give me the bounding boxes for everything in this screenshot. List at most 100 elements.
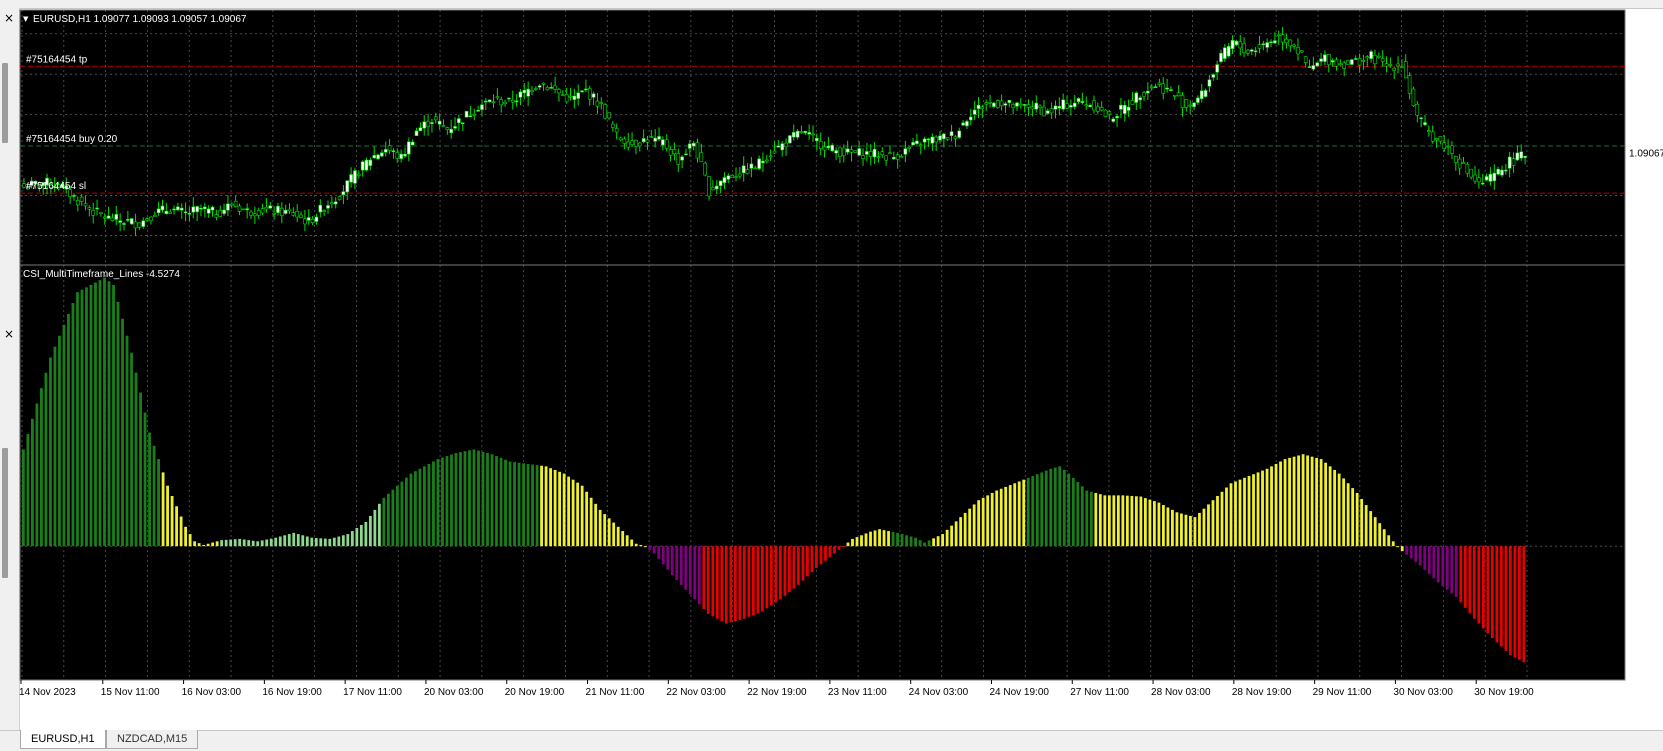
- time-label: 29 Nov 11:00: [1313, 687, 1372, 698]
- histogram-bar: [391, 489, 395, 547]
- histogram-bar: [851, 538, 854, 547]
- candle-body: [91, 209, 96, 216]
- candle-body: [1003, 103, 1008, 106]
- histogram-bar: [702, 546, 706, 610]
- histogram-bar: [377, 503, 381, 547]
- histogram-bar: [1301, 454, 1305, 547]
- candle-body: [1165, 87, 1169, 90]
- histogram-bar: [891, 531, 895, 547]
- indicator-axis: 11.4931 0.00 -5.2902: [1627, 285, 1663, 693]
- candle-body: [1219, 52, 1223, 63]
- candle-body: [560, 94, 565, 97]
- histogram-bar: [1004, 486, 1008, 547]
- candle-body: [707, 176, 711, 197]
- candle-body: [618, 137, 623, 141]
- histogram-bar: [314, 538, 318, 547]
- candle-body: [938, 135, 942, 141]
- histogram-bar: [1053, 467, 1057, 547]
- histogram-bar: [134, 372, 138, 547]
- histogram-bar: [751, 546, 755, 616]
- histogram-bar: [1346, 483, 1350, 547]
- histogram-bar: [580, 485, 584, 547]
- candle-body: [811, 133, 815, 136]
- candle-body: [865, 151, 869, 155]
- candle-body: [199, 207, 203, 210]
- tab-nzdcad-m15[interactable]: NZDCAD,M15: [106, 730, 199, 749]
- histogram-bar: [1062, 469, 1066, 547]
- histogram-bar: [513, 462, 516, 547]
- histogram-bar: [341, 535, 345, 547]
- candle-body: [1353, 58, 1358, 60]
- time-label: 20 Nov 19:00: [505, 687, 565, 698]
- candle-body: [1034, 102, 1039, 110]
- time-label: 27 Nov 11:00: [1070, 687, 1129, 698]
- candle-body: [433, 116, 438, 121]
- candle-body: [580, 90, 584, 93]
- candle-body: [765, 159, 769, 162]
- candle-body: [684, 153, 688, 156]
- candle-body: [1442, 142, 1447, 149]
- histogram-bar: [161, 472, 165, 547]
- candle-body: [360, 161, 365, 171]
- candle-body: [126, 219, 130, 221]
- candle-body: [1173, 94, 1177, 97]
- candle-body: [1300, 50, 1304, 53]
- candle-body: [934, 136, 938, 143]
- histogram-bar: [1094, 492, 1098, 547]
- histogram-bar: [310, 537, 314, 547]
- histogram-bar: [1008, 485, 1012, 547]
- histogram-bar: [774, 546, 778, 603]
- histogram-bar: [481, 451, 485, 547]
- histogram-bar: [103, 277, 106, 547]
- candle-body: [514, 100, 519, 103]
- histogram-bar: [598, 509, 602, 547]
- histogram-bar: [1049, 468, 1053, 547]
- histogram-bar: [693, 546, 697, 600]
- histogram-bar: [1031, 476, 1035, 547]
- histogram-bar: [305, 536, 309, 547]
- histogram-bar: [729, 546, 733, 623]
- chart-menu-arrow-icon[interactable]: ▼: [23, 15, 29, 23]
- candle-body: [214, 214, 219, 218]
- candle-body: [969, 116, 973, 121]
- histogram-bar: [1450, 546, 1454, 594]
- histogram-bar: [571, 479, 575, 547]
- candle-body: [942, 133, 946, 140]
- candle-body: [191, 206, 196, 213]
- candle-body: [995, 100, 1000, 109]
- histogram-bar: [517, 462, 521, 547]
- candle-body: [337, 196, 342, 201]
- histogram-bar: [436, 459, 440, 547]
- histogram-bar: [71, 303, 75, 547]
- histogram-bar: [454, 453, 458, 547]
- candle-body: [310, 219, 315, 224]
- chart-area[interactable]: ▼ EURUSD,H1 1.09077 1.09093 1.09057 1.09…: [0, 0, 1663, 730]
- histogram-bar: [121, 318, 124, 547]
- histogram-bar: [179, 516, 183, 547]
- tab-eurusd-h1[interactable]: EURUSD,H1: [20, 730, 106, 749]
- candle-body: [818, 141, 823, 149]
- candle-body: [330, 202, 334, 205]
- histogram-bar: [756, 546, 760, 614]
- histogram-bar: [1166, 507, 1170, 547]
- candle-body: [1069, 105, 1073, 108]
- candle-body: [1392, 67, 1397, 71]
- candle-body: [487, 99, 492, 103]
- histogram-bar: [720, 546, 724, 622]
- candle-body: [380, 152, 384, 157]
- candle-body: [688, 143, 692, 149]
- histogram-bar: [630, 539, 634, 547]
- histogram-bar: [738, 546, 742, 620]
- candle-body: [518, 91, 523, 98]
- histogram-bar: [576, 482, 580, 547]
- candle-body: [587, 88, 592, 100]
- histogram-bar: [238, 538, 242, 547]
- histogram-bar: [26, 434, 30, 547]
- histogram-bar: [765, 546, 769, 609]
- candle-body: [256, 210, 261, 216]
- histogram-bar: [1409, 546, 1413, 559]
- histogram-bar: [1067, 473, 1071, 547]
- histogram-bar: [1238, 479, 1242, 547]
- candle-body: [1096, 106, 1100, 112]
- histogram-bar: [418, 468, 422, 547]
